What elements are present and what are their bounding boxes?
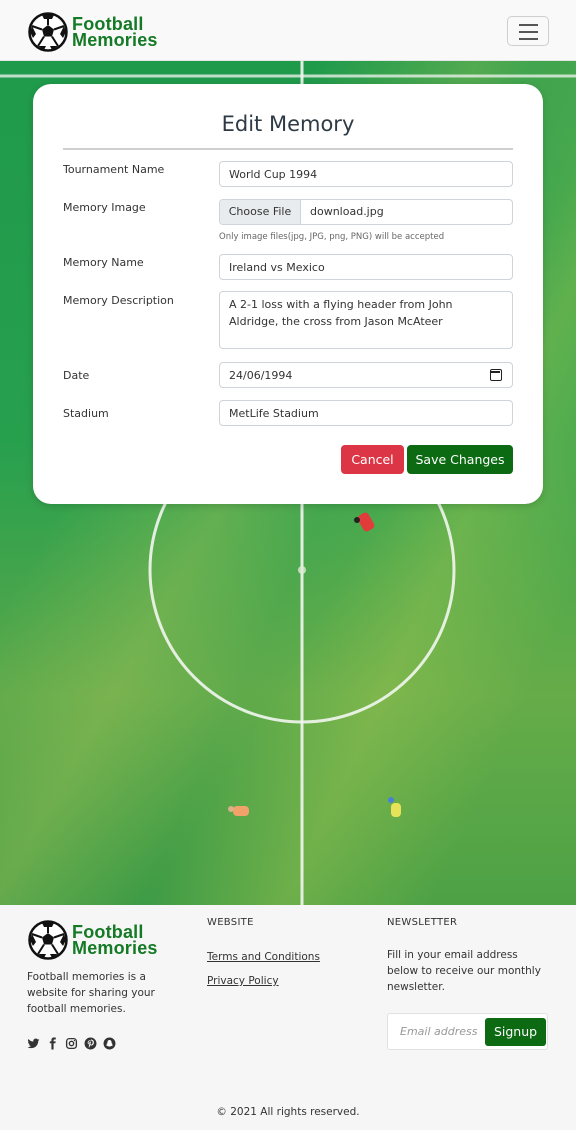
cancel-button[interactable]: Cancel <box>341 445 404 474</box>
memory-image-label: Memory Image <box>63 201 146 214</box>
date-label: Date <box>63 369 90 382</box>
website-heading: WEBSITE <box>207 917 254 928</box>
footer-brand-name: Football Memories <box>72 923 158 958</box>
hamburger-icon <box>519 24 538 26</box>
memory-description-label: Memory Description <box>63 294 174 307</box>
choose-file-button[interactable]: Choose File <box>220 200 301 224</box>
privacy-link[interactable]: Privacy Policy <box>207 975 279 987</box>
snapchat-icon[interactable] <box>103 1037 116 1050</box>
footer: Football Memories Football memories is a… <box>0 905 576 1130</box>
signup-button[interactable]: Signup <box>485 1018 546 1046</box>
image-hint: Only image files(jpg, JPG, png, PNG) wil… <box>219 232 445 242</box>
player-figure <box>228 806 249 816</box>
footer-description: Football memories is a website for shari… <box>27 971 155 1015</box>
selected-file-name: download.jpg <box>310 205 384 218</box>
newsletter-form: Email address Signup <box>387 1013 548 1050</box>
brand-line-2: Memories <box>72 938 158 958</box>
tournament-name-label: Tournament Name <box>63 163 165 176</box>
terms-link[interactable]: Terms and Conditions <box>207 951 320 963</box>
pinterest-icon[interactable] <box>84 1037 97 1050</box>
stadium-input[interactable]: MetLife Stadium <box>219 400 513 426</box>
player-figure <box>388 797 401 817</box>
email-input[interactable]: Email address <box>400 1025 482 1038</box>
memory-description-textarea[interactable]: A 2-1 loss with a flying header from Joh… <box>219 291 513 349</box>
page-title: Edit Memory <box>221 112 355 136</box>
stadium-label: Stadium <box>63 407 109 420</box>
twitter-icon[interactable] <box>27 1037 40 1050</box>
title-divider <box>63 148 513 150</box>
social-links <box>27 1037 116 1050</box>
brand-logo[interactable]: Football Memories <box>28 12 158 52</box>
newsletter-text: Fill in your email address below to rece… <box>387 949 541 993</box>
tournament-name-input[interactable]: World Cup 1994 <box>219 161 513 187</box>
hamburger-icon-bar <box>519 31 538 33</box>
player-figure <box>354 512 375 532</box>
save-changes-button[interactable]: Save Changes <box>407 445 513 474</box>
edit-memory-card: Edit Memory Tournament Name World Cup 19… <box>33 84 543 504</box>
navbar: Football Memories <box>0 0 576 61</box>
calendar-icon[interactable] <box>490 369 502 381</box>
date-value: 24/06/1994 <box>229 369 293 382</box>
brand-name: Football Memories <box>72 15 158 50</box>
instagram-icon[interactable] <box>65 1037 78 1050</box>
brand-line-2: Memories <box>72 30 158 50</box>
memory-name-label: Memory Name <box>63 256 144 269</box>
memory-image-input[interactable]: Choose File download.jpg <box>219 199 513 225</box>
newsletter-heading: NEWSLETTER <box>387 917 458 928</box>
menu-toggle-button[interactable] <box>507 16 549 46</box>
memory-name-input[interactable]: Ireland vs Mexico <box>219 254 513 280</box>
date-input[interactable]: 24/06/1994 <box>219 362 513 388</box>
football-icon <box>28 920 68 960</box>
facebook-icon[interactable] <box>46 1037 59 1050</box>
hamburger-icon-bar <box>519 38 538 40</box>
footer-brand-logo[interactable]: Football Memories <box>28 920 158 960</box>
football-icon <box>28 12 68 52</box>
copyright: © 2021 All rights reserved. <box>216 1106 360 1118</box>
